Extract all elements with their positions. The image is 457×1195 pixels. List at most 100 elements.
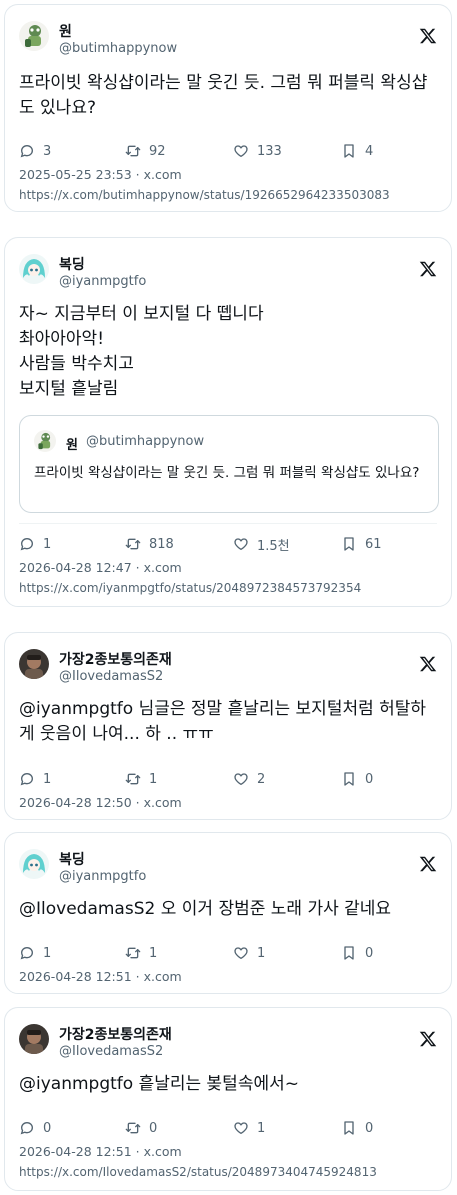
x-logo-icon[interactable] <box>419 260 437 278</box>
bookmark-icon <box>341 143 357 159</box>
timestamp[interactable]: 2026-04-28 12:50 <box>19 795 132 810</box>
like-button[interactable]: 133 <box>233 141 282 161</box>
tweet-meta: 2026-04-28 12:47 · x.com <box>19 560 182 575</box>
user-handle[interactable]: @IlovedamasS2 <box>59 1044 163 1059</box>
timestamp[interactable]: 2026-04-28 12:51 <box>19 969 132 984</box>
quoted-tweet[interactable]: 원 @butimhappynow 프라이빗 왁싱샵이라는 말 웃긴 듯. 그럼 … <box>19 415 439 513</box>
display-name[interactable]: 복딩 <box>59 849 85 869</box>
avatar[interactable] <box>19 21 49 51</box>
tweet-text: @iyanmpgtfo 흩날리는 봊털속에서~ <box>19 1074 299 1094</box>
retweet-button[interactable]: 0 <box>125 1118 157 1138</box>
tweet-meta: 2025-05-25 23:53 · x.com <box>19 167 182 182</box>
x-logo-icon[interactable] <box>419 855 437 873</box>
quoted-user-handle: @butimhappynow <box>86 434 205 449</box>
display-name[interactable]: 원 <box>59 21 72 41</box>
avatar[interactable] <box>19 254 49 284</box>
heart-icon <box>233 1120 249 1136</box>
tweet-header: 가장2종보통의존재 @IlovedamasS2 <box>19 647 437 687</box>
heart-icon <box>233 536 249 552</box>
tweet-url[interactable]: https://x.com/butimhappynow/status/19266… <box>19 188 390 202</box>
bookmark-button[interactable]: 0 <box>341 1118 373 1138</box>
like-button[interactable]: 1 <box>233 1118 265 1138</box>
like-button[interactable]: 1 <box>233 943 265 963</box>
tweet-card[interactable]: 가장2종보통의존재 @IlovedamasS2 @iyanmpgtfo 흩날리는… <box>4 1007 452 1191</box>
reply-icon <box>19 536 35 552</box>
display-name[interactable]: 가장2종보통의존재 <box>59 1024 172 1044</box>
avatar[interactable] <box>19 849 49 879</box>
user-handle[interactable]: @IlovedamasS2 <box>59 669 163 684</box>
user-handle[interactable]: @butimhappynow <box>59 41 177 56</box>
bookmark-button[interactable]: 0 <box>341 943 373 963</box>
retweet-icon <box>125 945 141 961</box>
retweet-button[interactable]: 1 <box>125 943 157 963</box>
tweet-text: @IlovedamasS2 오 이거 장범준 노래 가사 같네요 <box>19 899 392 919</box>
source: x.com <box>143 1144 182 1159</box>
tweet-actions: 0 0 1 0 <box>19 1118 437 1138</box>
tweet-meta: 2026-04-28 12:51 · x.com <box>19 1144 182 1159</box>
reply-icon <box>19 143 35 159</box>
source: x.com <box>143 969 182 984</box>
tweet-header: 복딩 @iyanmpgtfo <box>19 252 437 292</box>
divider <box>19 523 437 524</box>
heart-icon <box>233 143 249 159</box>
tweet-meta: 2026-04-28 12:51 · x.com <box>19 969 182 984</box>
tweet-card[interactable]: 복딩 @iyanmpgtfo 자~ 지금부터 이 보지털 다 뗍니다 촤아아아악… <box>4 237 452 607</box>
reply-icon <box>19 945 35 961</box>
tweet-actions: 1 1 2 0 <box>19 769 437 789</box>
timestamp[interactable]: 2025-05-25 23:53 <box>19 167 132 182</box>
tweet-card[interactable]: 복딩 @iyanmpgtfo @IlovedamasS2 오 이거 장범준 노래… <box>4 832 452 994</box>
source: x.com <box>143 560 182 575</box>
quoted-display-name: 원 <box>66 438 78 453</box>
bookmark-button[interactable]: 61 <box>341 534 382 554</box>
retweet-button[interactable]: 1 <box>125 769 157 789</box>
user-handle[interactable]: @iyanmpgtfo <box>59 869 146 884</box>
source: x.com <box>143 167 182 182</box>
tweet-url[interactable]: https://x.com/iyanmpgtfo/status/20489723… <box>19 581 361 595</box>
like-button[interactable]: 2 <box>233 769 265 789</box>
display-name[interactable]: 복딩 <box>59 254 85 274</box>
avatar[interactable] <box>19 1024 49 1054</box>
timestamp[interactable]: 2026-04-28 12:47 <box>19 560 132 575</box>
tweet-text: 프라이빗 왁싱샵이라는 말 웃긴 듯. 그럼 뭐 퍼블릭 왁싱샵 도 있나요? <box>19 73 428 118</box>
reply-icon <box>19 1120 35 1136</box>
x-logo-icon[interactable] <box>419 27 437 45</box>
tweet-url[interactable]: https://x.com/IlovedamasS2/status/204897… <box>19 1165 377 1179</box>
like-button[interactable]: 1.5천 <box>233 534 290 554</box>
bookmark-button[interactable]: 0 <box>341 769 373 789</box>
retweet-icon <box>125 1120 141 1136</box>
tweet-card[interactable]: 원 @butimhappynow 프라이빗 왁싱샵이라는 말 웃긴 듯. 그럼 … <box>4 4 452 212</box>
tweet-actions: 1 818 1.5천 61 <box>19 534 437 554</box>
bookmark-icon <box>341 1120 357 1136</box>
heart-icon <box>233 945 249 961</box>
reply-button[interactable]: 0 <box>19 1118 51 1138</box>
avatar[interactable] <box>19 649 49 679</box>
retweet-button[interactable]: 92 <box>125 141 166 161</box>
bookmark-icon <box>341 945 357 961</box>
retweet-icon <box>125 143 141 159</box>
bookmark-button[interactable]: 4 <box>341 141 373 161</box>
bookmark-icon <box>341 536 357 552</box>
bookmark-icon <box>341 771 357 787</box>
tweet-actions: 1 1 1 0 <box>19 943 437 963</box>
reply-button[interactable]: 3 <box>19 141 51 161</box>
source: x.com <box>143 795 182 810</box>
display-name[interactable]: 가장2종보통의존재 <box>59 649 172 669</box>
reply-button[interactable]: 1 <box>19 534 51 554</box>
x-logo-icon[interactable] <box>419 655 437 673</box>
tweet-actions: 3 92 133 4 <box>19 141 437 161</box>
user-handle[interactable]: @iyanmpgtfo <box>59 274 146 289</box>
x-logo-icon[interactable] <box>419 1030 437 1048</box>
reply-icon <box>19 771 35 787</box>
timestamp[interactable]: 2026-04-28 12:51 <box>19 1144 132 1159</box>
reply-button[interactable]: 1 <box>19 769 51 789</box>
avatar[interactable] <box>34 430 56 452</box>
retweet-icon <box>125 771 141 787</box>
reply-button[interactable]: 1 <box>19 943 51 963</box>
tweet-header: 원 @butimhappynow <box>19 19 437 59</box>
tweet-header: 복딩 @iyanmpgtfo <box>19 847 437 887</box>
tweet-header: 가장2종보통의존재 @IlovedamasS2 <box>19 1022 437 1062</box>
retweet-button[interactable]: 818 <box>125 534 174 554</box>
tweet-card[interactable]: 가장2종보통의존재 @IlovedamasS2 @iyanmpgtfo 님글은 … <box>4 632 452 820</box>
retweet-icon <box>125 536 141 552</box>
tweet-meta: 2026-04-28 12:50 · x.com <box>19 795 182 810</box>
